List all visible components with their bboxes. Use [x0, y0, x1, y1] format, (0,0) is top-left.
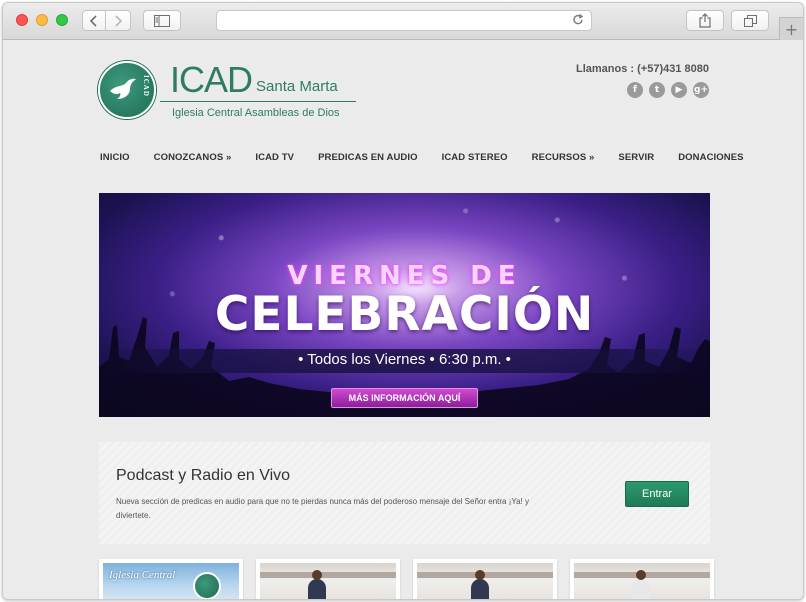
sidebar-icon	[154, 14, 170, 27]
thumbnail-card[interactable]: Iglesia Central	[99, 559, 243, 599]
zoom-window-button[interactable]	[56, 14, 68, 26]
stage-backdrop	[417, 572, 553, 578]
twitter-icon[interactable]: t	[649, 82, 665, 98]
phone-number: Llamanos : (+57)431 8080	[576, 63, 709, 75]
hero-banner[interactable]: VIERNES DE CELEBRACIÓN • Todos los Viern…	[99, 193, 710, 417]
thumbnail-image	[260, 563, 396, 599]
sidebar-toggle-button[interactable]	[143, 10, 181, 31]
reload-icon[interactable]	[571, 13, 585, 27]
minimize-window-button[interactable]	[36, 14, 48, 26]
plus-icon: +	[784, 19, 799, 39]
thumbnail-image: Iglesia Central	[103, 563, 239, 599]
nav-item-servir[interactable]: SERVIR	[618, 152, 654, 163]
nav-item-predicas-en-audio[interactable]: PREDICAS EN AUDIO	[318, 152, 418, 163]
more-info-button[interactable]: MÁS INFORMACIÓN AQUÍ	[331, 388, 478, 408]
tab-overview-button[interactable]	[731, 10, 769, 31]
thumbnail-card[interactable]	[570, 559, 714, 599]
youtube-icon[interactable]: ▶	[671, 82, 687, 98]
podcast-title: Podcast y Radio en Vivo	[116, 467, 291, 484]
nav-item-recursos[interactable]: RECURSOS »	[532, 152, 595, 163]
facebook-icon[interactable]: f	[627, 82, 643, 98]
close-window-button[interactable]	[16, 14, 28, 26]
thumbnail-caption: Iglesia Central	[109, 569, 176, 581]
thumbnail-card[interactable]	[256, 559, 400, 599]
share-icon	[699, 13, 711, 28]
thumbnail-card[interactable]	[413, 559, 557, 599]
enter-button[interactable]: Entrar	[625, 481, 689, 507]
web-page: ICAD ICAD Santa Marta Iglesia Central As…	[3, 41, 803, 599]
dove-icon	[110, 78, 136, 99]
logo-name: ICAD	[170, 59, 253, 100]
nav-item-donaciones[interactable]: DONACIONES	[678, 152, 743, 163]
podcast-description: Nueva sección de predicas en audio para …	[116, 497, 529, 520]
nav-item-icad-stereo[interactable]: ICAD STEREO	[442, 152, 508, 163]
social-links: f t ▶ g+	[627, 82, 709, 98]
preacher-figure	[471, 570, 489, 599]
thumbnail-image	[417, 563, 553, 599]
nav-item-conozcanos[interactable]: CONOZCANOS »	[154, 152, 232, 163]
chevron-left-icon	[90, 14, 97, 27]
share-button[interactable]	[686, 10, 724, 31]
logo-badge-text: ICAD	[142, 75, 150, 97]
logo-divider	[160, 101, 356, 102]
podcast-section: Podcast y Radio en Vivo Nueva sección de…	[99, 442, 710, 544]
logo-emblem: ICAD	[98, 61, 156, 119]
main-nav: INICIO CONOZCANOS » ICAD TV PREDICAS EN …	[100, 152, 744, 163]
nav-item-icad-tv[interactable]: ICAD TV	[255, 152, 294, 163]
logo-subtitle: Iglesia Central Asambleas de Dios	[172, 107, 340, 119]
logo-emblem-icon	[193, 572, 221, 599]
back-button[interactable]	[82, 10, 106, 31]
stage-backdrop	[260, 572, 396, 578]
preacher-figure	[308, 570, 326, 599]
banner-heading-main: CELEBRACIÓN	[214, 287, 595, 342]
tabs-icon	[743, 14, 757, 27]
browser-window: + ICAD ICAD Santa Marta Iglesia Central …	[2, 2, 804, 600]
logo-city: Santa Marta	[256, 78, 338, 95]
address-bar[interactable]	[216, 10, 592, 31]
site-logo[interactable]: ICAD ICAD Santa Marta Iglesia Central As…	[98, 59, 358, 123]
chevron-right-icon	[115, 14, 122, 27]
browser-toolbar: +	[3, 3, 803, 40]
thumbnail-image	[574, 563, 710, 599]
video-thumbnails: Iglesia Central	[99, 559, 714, 599]
new-tab-button[interactable]: +	[779, 17, 803, 40]
forward-button[interactable]	[106, 10, 131, 31]
preacher-figure	[632, 570, 650, 599]
banner-schedule: • Todos los Viernes • 6:30 p.m. •	[298, 351, 511, 368]
nav-item-inicio[interactable]: INICIO	[100, 152, 130, 163]
googleplus-icon[interactable]: g+	[693, 82, 709, 98]
